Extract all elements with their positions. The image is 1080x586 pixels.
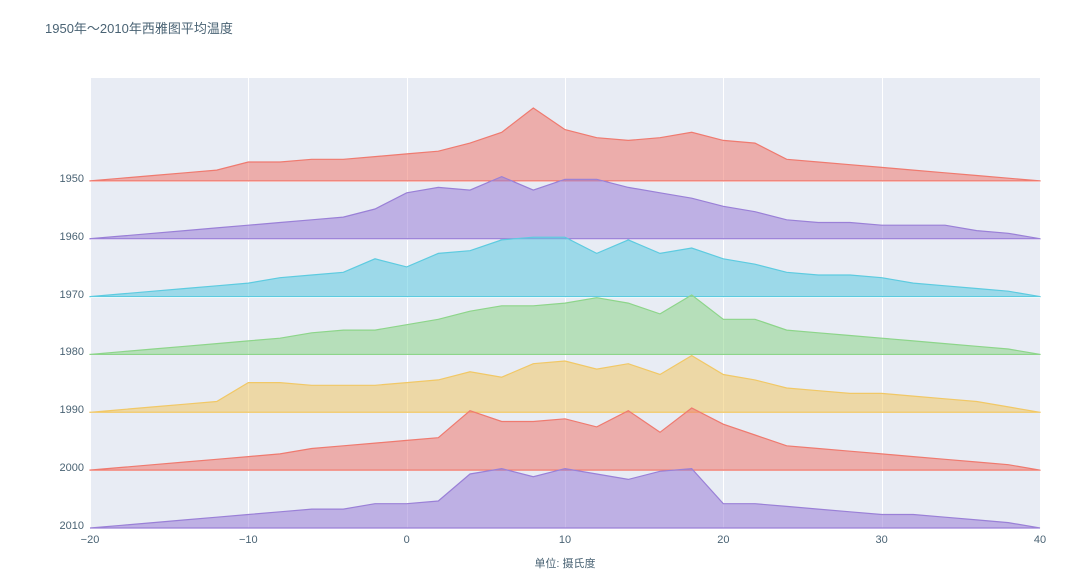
x-tick-label: −20 — [81, 534, 100, 546]
x-tick-label: 10 — [559, 534, 571, 546]
x-tick-label: 20 — [717, 534, 729, 546]
y-tick-label: 1990 — [50, 404, 84, 416]
y-tick-label: 1960 — [50, 231, 84, 243]
x-axis-label: 单位: 摄氏度 — [534, 555, 595, 571]
x-gridline — [1040, 78, 1041, 528]
x-tick-label: 0 — [404, 534, 410, 546]
y-tick-label: 2010 — [50, 520, 84, 532]
x-tick-label: 30 — [876, 534, 888, 546]
chart-title: 1950年～2010年西雅图平均温度 — [45, 18, 233, 37]
x-tick-label: 40 — [1034, 534, 1046, 546]
plot-area[interactable] — [90, 78, 1040, 528]
ridge-2010 — [90, 78, 1040, 528]
y-tick-label: 1950 — [50, 173, 84, 185]
y-tick-label: 2000 — [50, 462, 84, 474]
x-tick-label: −10 — [239, 534, 258, 546]
y-tick-label: 1980 — [50, 346, 84, 358]
y-tick-label: 1970 — [50, 289, 84, 301]
